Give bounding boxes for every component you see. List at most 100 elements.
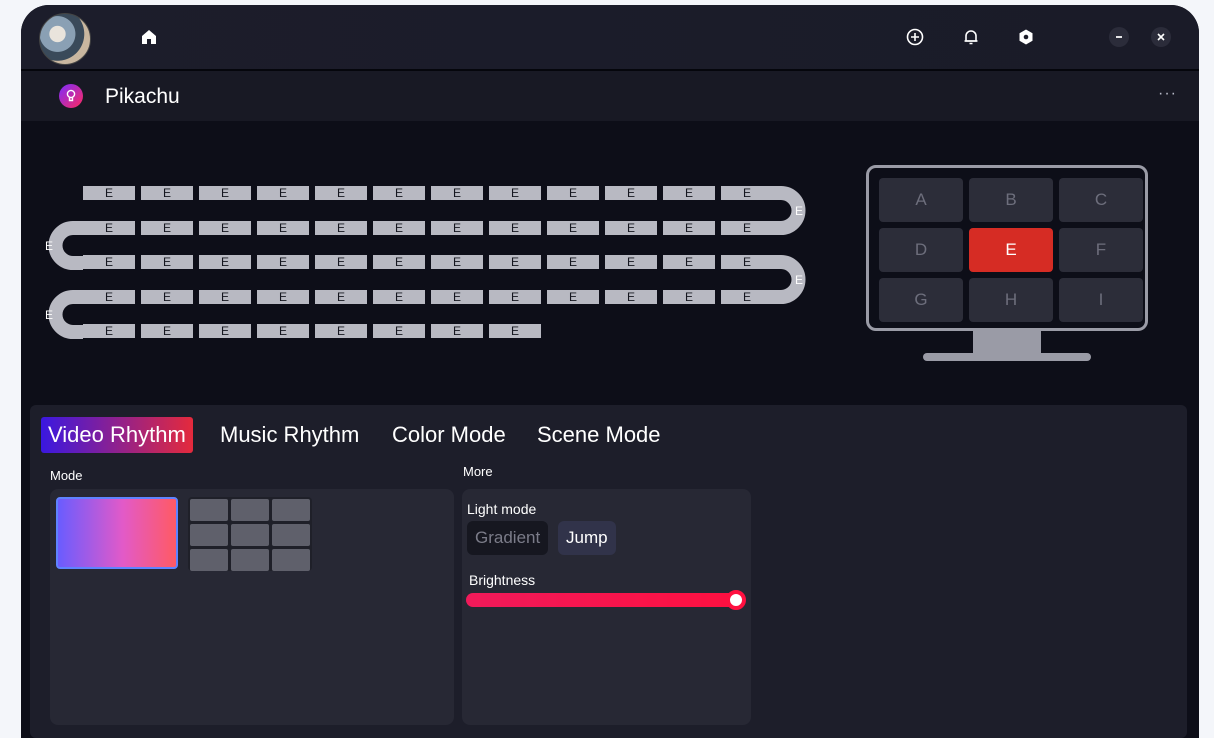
- led-segment: E: [199, 186, 251, 200]
- led-segment: E: [141, 290, 193, 304]
- led-segment: E: [141, 221, 193, 235]
- zone-d[interactable]: D: [879, 228, 963, 272]
- more-card: Light mode Gradient Jump Brightness: [462, 489, 751, 725]
- strip-turn-connector: [48, 290, 83, 339]
- led-segment: E: [257, 186, 309, 200]
- light-mode-label: Light mode: [467, 501, 537, 517]
- device-bar: Pikachu ···: [21, 71, 1199, 121]
- led-segment: E: [721, 186, 773, 200]
- zone-a[interactable]: A: [879, 178, 963, 222]
- strip-turn-label: E: [45, 239, 54, 253]
- zone-f[interactable]: F: [1059, 228, 1143, 272]
- led-segment: E: [141, 186, 193, 200]
- led-segment: E: [315, 324, 367, 338]
- monitor-stand-base: [923, 353, 1091, 361]
- led-segment: E: [547, 255, 599, 269]
- light-mode-gradient-button[interactable]: Gradient: [467, 521, 549, 555]
- zone-grid: ABC DEF GHI: [879, 178, 1143, 322]
- brightness-slider-thumb[interactable]: [726, 590, 746, 610]
- led-segment: E: [83, 186, 135, 200]
- strip-turn-label: E: [795, 273, 804, 287]
- add-circle-icon[interactable]: [905, 27, 925, 47]
- led-segment: E: [547, 221, 599, 235]
- led-segment: E: [431, 255, 483, 269]
- led-segment: E: [199, 255, 251, 269]
- more-options-icon[interactable]: ···: [1158, 85, 1177, 103]
- led-segment: E: [315, 290, 367, 304]
- led-segment: E: [257, 255, 309, 269]
- led-segment: E: [83, 290, 135, 304]
- monitor-stand-neck: [973, 331, 1041, 353]
- led-segment: E: [721, 290, 773, 304]
- zone-c[interactable]: C: [1059, 178, 1143, 222]
- led-segment: E: [663, 221, 715, 235]
- strip-turn-connector: [771, 186, 806, 235]
- led-segment: E: [199, 290, 251, 304]
- led-segment: E: [257, 324, 309, 338]
- led-segment: E: [199, 324, 251, 338]
- led-segment: E: [489, 324, 541, 338]
- minimize-icon[interactable]: [1109, 27, 1129, 47]
- led-segment: E: [373, 324, 425, 338]
- strip-turn-label: E: [795, 204, 804, 218]
- tab-scene-mode[interactable]: Scene Mode: [537, 417, 661, 453]
- strip-turn-connector: [771, 255, 806, 304]
- bell-icon[interactable]: [961, 27, 981, 47]
- led-segment: E: [547, 186, 599, 200]
- control-panel: Video Rhythm Music Rhythm Color Mode Sce…: [30, 405, 1187, 738]
- led-segment: E: [605, 221, 657, 235]
- tab-music-rhythm[interactable]: Music Rhythm: [220, 417, 359, 453]
- led-segment: E: [141, 324, 193, 338]
- zone-b[interactable]: B: [969, 178, 1053, 222]
- mode-section-label: Mode: [50, 468, 83, 483]
- zone-i[interactable]: I: [1059, 278, 1143, 322]
- led-segment: E: [489, 186, 541, 200]
- led-segment: E: [605, 290, 657, 304]
- hexagon-settings-icon[interactable]: [1016, 27, 1036, 47]
- led-segment: E: [431, 186, 483, 200]
- led-segment: E: [315, 221, 367, 235]
- led-segment: E: [489, 290, 541, 304]
- led-segment: E: [257, 221, 309, 235]
- zone-h[interactable]: H: [969, 278, 1053, 322]
- led-segment: E: [83, 255, 135, 269]
- zone-e[interactable]: E: [969, 228, 1053, 272]
- brightness-label: Brightness: [469, 572, 536, 588]
- home-icon[interactable]: [141, 29, 157, 45]
- led-segment: E: [605, 255, 657, 269]
- led-segment: E: [373, 221, 425, 235]
- tab-video-rhythm[interactable]: Video Rhythm: [41, 417, 193, 453]
- led-segment: E: [489, 255, 541, 269]
- led-segment: E: [83, 324, 135, 338]
- led-segment: E: [315, 186, 367, 200]
- light-mode-jump-button[interactable]: Jump: [558, 521, 616, 555]
- bulb-icon: [59, 84, 83, 108]
- brightness-slider-track[interactable]: [466, 593, 736, 607]
- mode-option-grid[interactable]: [188, 497, 312, 571]
- led-segment: E: [431, 324, 483, 338]
- mode-card: [50, 489, 454, 725]
- title-bar: [21, 5, 1199, 69]
- led-segment: E: [373, 290, 425, 304]
- led-segment: E: [605, 186, 657, 200]
- led-segment: E: [489, 221, 541, 235]
- led-segment: E: [547, 290, 599, 304]
- mode-option-gradient[interactable]: [56, 497, 178, 569]
- led-segment: E: [83, 221, 135, 235]
- led-segment: E: [141, 255, 193, 269]
- close-icon[interactable]: [1151, 27, 1171, 47]
- led-segment: E: [431, 221, 483, 235]
- led-segment: E: [373, 255, 425, 269]
- app-window: Pikachu ··· EEEEEEEEEEEEEEEEEEEEEEEEEEEE…: [21, 5, 1199, 738]
- zone-g[interactable]: G: [879, 278, 963, 322]
- led-segment: E: [721, 221, 773, 235]
- led-segment: E: [663, 186, 715, 200]
- led-segment: E: [257, 290, 309, 304]
- led-segment: E: [199, 221, 251, 235]
- user-avatar[interactable]: [39, 13, 91, 65]
- led-segment: E: [663, 255, 715, 269]
- led-segment: E: [315, 255, 367, 269]
- tab-color-mode[interactable]: Color Mode: [392, 417, 506, 453]
- led-segment: E: [373, 186, 425, 200]
- led-segment: E: [721, 255, 773, 269]
